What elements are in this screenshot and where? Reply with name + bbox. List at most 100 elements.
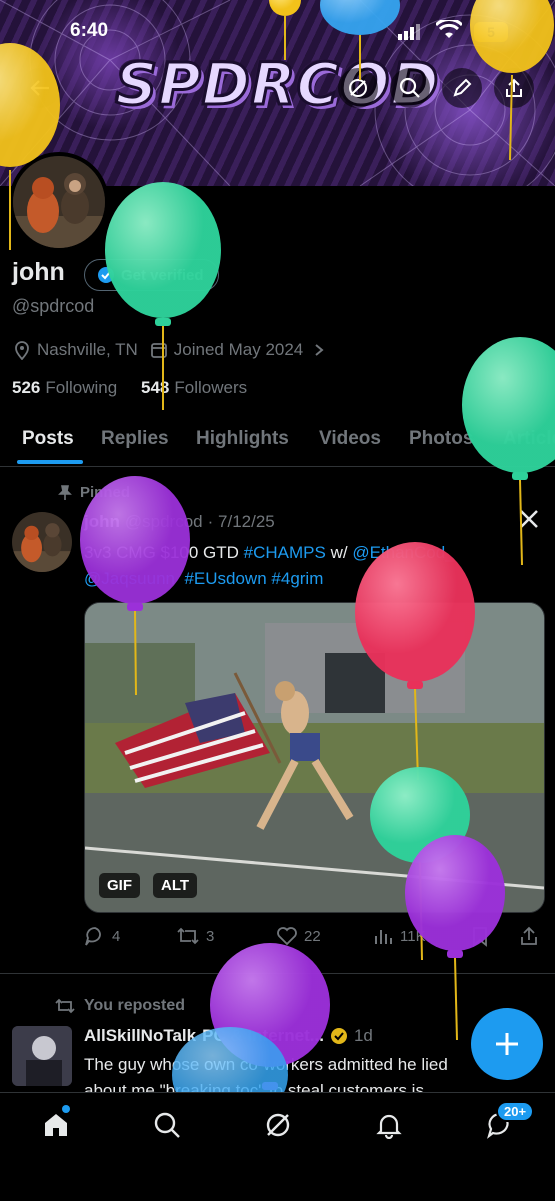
mention-ethancod[interactable]: @EthanCod_ <box>352 543 454 562</box>
chevron-right-icon[interactable] <box>312 343 326 357</box>
wifi-icon <box>434 18 464 45</box>
post-header: john @spdrcod · 7/12/25 <box>84 512 275 532</box>
balloon-green-profile <box>105 182 221 410</box>
mention-jaqsuunn[interactable]: @Jaqsuunn <box>84 569 175 588</box>
post-divider <box>0 973 555 974</box>
profile-meta: Nashville, TN Joined May 2024 <box>12 340 326 360</box>
avatar[interactable] <box>9 152 109 252</box>
get-verified-button[interactable]: Get verified <box>84 259 219 291</box>
tab-videos[interactable]: Videos <box>319 428 381 450</box>
repost-count: 3 <box>206 927 215 945</box>
joined-text: Joined May 2024 <box>173 340 304 359</box>
repost-avatar[interactable] <box>12 1026 72 1086</box>
pin-icon <box>58 484 72 500</box>
post-actions: 4 3 22 11K <box>84 925 543 949</box>
battery-indicator: 5 <box>474 22 508 42</box>
followers-count: 548 <box>141 378 170 397</box>
like-button[interactable]: 22 <box>276 925 321 947</box>
hashtag-eusdown[interactable]: #EUsdown <box>184 569 266 588</box>
grok-icon <box>266 1113 290 1137</box>
pinned-label: Pinned <box>80 484 131 501</box>
post-text-with: w/ <box>325 543 353 562</box>
search-icon <box>399 77 420 98</box>
repost-icon <box>55 998 75 1014</box>
calendar-icon <box>150 343 167 358</box>
repost-button[interactable]: 3 <box>176 925 214 947</box>
grok-icon <box>349 79 367 97</box>
get-verified-label: Get verified <box>121 266 204 284</box>
nav-notifications[interactable] <box>369 1105 409 1145</box>
hashtag-4grim[interactable]: #4grim <box>271 569 323 588</box>
character-avatar-image <box>12 1026 72 1086</box>
hashtag-champs[interactable]: #CHAMPS <box>244 543 326 562</box>
nav-grok[interactable] <box>258 1105 298 1145</box>
grok-button[interactable] <box>338 68 378 108</box>
gif-image <box>85 603 544 912</box>
reply-count: 4 <box>112 927 121 945</box>
bookmark-button[interactable] <box>470 925 490 947</box>
back-button[interactable] <box>20 68 60 108</box>
messages-badge: 20+ <box>496 1101 535 1122</box>
nav-search[interactable] <box>147 1105 187 1145</box>
tab-photos[interactable]: Photos <box>409 428 473 450</box>
search-button[interactable] <box>390 68 430 108</box>
alt-badge[interactable]: ALT <box>153 873 198 898</box>
reply-button[interactable]: 4 <box>84 925 120 947</box>
views-chart-icon <box>375 930 392 944</box>
repost-author-suffix[interactable]: PC & Internet... <box>202 1026 324 1046</box>
share-icon <box>506 78 522 97</box>
bottom-navigation: 20+ <box>0 1092 555 1201</box>
monkey-avatar-image <box>13 156 105 248</box>
home-notification-dot <box>62 1105 70 1113</box>
plus-icon <box>496 1033 518 1055</box>
post-text: 3v3 CMG $100 GTD #CHAMPS w/ @EthanCod_ @… <box>84 540 544 592</box>
views-count: 11K <box>400 927 426 945</box>
like-count: 22 <box>304 927 321 945</box>
monkey-avatar-image <box>12 512 72 572</box>
share-button[interactable] <box>494 68 534 108</box>
followers-link[interactable]: 548 Followers <box>141 378 247 398</box>
status-time: 6:40 <box>70 20 109 41</box>
bookmark-icon <box>473 927 487 947</box>
tab-highlights[interactable]: Highlights <box>196 428 289 450</box>
search-icon <box>154 1112 180 1138</box>
location-pin-icon <box>15 341 29 360</box>
x-logo-icon <box>518 508 540 535</box>
following-label: Following <box>45 378 118 397</box>
location-text: Nashville, TN <box>37 340 138 359</box>
nav-home[interactable] <box>36 1105 76 1145</box>
bell-icon <box>376 1114 402 1139</box>
repost-time: 1d <box>353 1026 373 1045</box>
share-post-button[interactable] <box>518 925 540 947</box>
active-tab-indicator <box>17 460 83 464</box>
signal-icon <box>398 24 420 45</box>
following-count: 526 <box>12 378 41 397</box>
post-date: · 7/12/25 <box>207 512 275 531</box>
post-media-gif[interactable]: GIF ALT <box>84 602 545 913</box>
followers-label: Followers <box>174 378 248 397</box>
views-button[interactable]: 11K <box>372 925 426 947</box>
tab-articles[interactable]: Articles <box>503 428 555 450</box>
gif-badge: GIF <box>99 873 140 898</box>
back-arrow-icon <box>30 80 49 96</box>
edit-button[interactable] <box>442 68 482 108</box>
repost-author[interactable]: AllSkillNoTalk <box>84 1026 196 1046</box>
tab-posts[interactable]: Posts <box>22 428 74 450</box>
post-author[interactable]: john <box>84 512 120 532</box>
gold-verified-icon <box>330 1028 347 1044</box>
verified-badge-icon <box>98 267 114 283</box>
profile-tabs: Posts Replies Highlights Videos Photos A… <box>0 418 555 467</box>
heart-icon <box>277 927 297 946</box>
compose-post-button[interactable] <box>471 1008 543 1080</box>
post-avatar[interactable] <box>12 512 72 572</box>
profile-name: john <box>12 258 65 286</box>
home-icon <box>45 1114 67 1136</box>
following-link[interactable]: 526 Following <box>12 378 117 398</box>
post-text-main: 3v3 CMG $100 GTD <box>84 543 244 562</box>
tab-replies[interactable]: Replies <box>101 428 169 450</box>
reposted-label: You reposted <box>84 997 186 1014</box>
pinned-indicator: Pinned <box>58 484 130 501</box>
reply-icon <box>85 927 101 946</box>
post-handle[interactable]: @spdrcod <box>125 512 203 532</box>
reposted-indicator: You reposted <box>54 997 185 1015</box>
